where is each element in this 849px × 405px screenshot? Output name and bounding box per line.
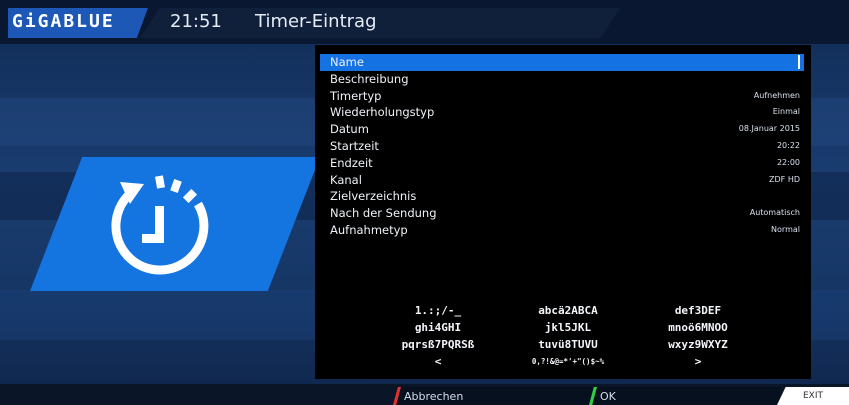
- timer-clock-icon: [111, 175, 209, 275]
- form-row-value: Automatisch: [749, 208, 800, 218]
- form-row[interactable]: Kanal ZDF HD: [320, 172, 804, 189]
- form-row[interactable]: Beschreibung: [320, 71, 804, 88]
- form-row[interactable]: Wiederholungstyp Einmal: [320, 104, 804, 121]
- text-cursor: [798, 55, 800, 69]
- exit-button[interactable]: EXIT: [803, 391, 823, 401]
- form-row[interactable]: Startzeit 20:22: [320, 138, 804, 155]
- keyboard-key[interactable]: >: [633, 355, 763, 368]
- form-row[interactable]: Nach der Sendung Automatisch: [320, 205, 804, 222]
- form-row-label: Timertyp: [330, 88, 382, 103]
- keyboard-key[interactable]: jkl5JKL: [503, 321, 633, 334]
- keyboard-key[interactable]: pqrsß7PQRSß: [373, 338, 503, 351]
- form-row-value: Normal: [771, 225, 800, 234]
- form-row-label: Startzeit: [330, 139, 379, 153]
- form-row[interactable]: Zielverzeichnis: [320, 188, 804, 205]
- ok-button[interactable]: OK: [600, 390, 616, 403]
- form-row-label: Kanal: [330, 172, 362, 187]
- form-row[interactable]: Timertyp Aufnehmen: [320, 88, 804, 105]
- cancel-button[interactable]: Abbrechen: [404, 390, 463, 403]
- form-row[interactable]: Datum 08.Januar 2015: [320, 121, 804, 138]
- form-row-value: 08.Januar 2015: [738, 124, 800, 134]
- keyboard-key[interactable]: ghi4GHI: [373, 321, 503, 334]
- form-row-label: Wiederholungstyp: [330, 105, 435, 120]
- form-row-label: Nach der Sendung: [330, 206, 437, 221]
- form-row-label: Name: [330, 55, 364, 69]
- page-title: Timer-Eintrag: [255, 11, 377, 32]
- keyboard-key[interactable]: abcä2ABCA: [503, 304, 633, 317]
- form-row-label: Aufnahmetyp: [330, 223, 408, 237]
- form-row-label: Datum: [330, 122, 369, 137]
- form-row-label: Beschreibung: [330, 71, 409, 86]
- form-row-value: ZDF HD: [769, 174, 800, 184]
- form-row-value: Aufnehmen: [753, 90, 800, 100]
- keyboard-key[interactable]: <: [373, 355, 503, 368]
- form-row-value: Einmal: [772, 107, 800, 117]
- keyboard-key[interactable]: def3DEF: [633, 304, 763, 317]
- form-row-label: Endzeit: [330, 155, 373, 170]
- keyboard-key[interactable]: wxyz9WXYZ: [633, 338, 763, 351]
- form-row-label: Zielverzeichnis: [330, 189, 417, 204]
- form-row-value: 22:00: [776, 157, 800, 167]
- form-row[interactable]: Name: [320, 54, 804, 71]
- keyboard-key[interactable]: mnoö6MNOO: [633, 321, 763, 334]
- form-row[interactable]: Aufnahmetyp Normal: [320, 222, 804, 239]
- form-row[interactable]: Endzeit 22:00: [320, 155, 804, 172]
- brand-logo: GiGABLUE: [12, 11, 115, 32]
- keyboard-key[interactable]: tuvü8TUVU: [503, 338, 633, 351]
- keyboard-key[interactable]: 0,?!&@=*'+"()$~%: [503, 357, 633, 366]
- keyboard-key[interactable]: 1.:;/-_: [373, 304, 503, 317]
- form-row-value: 20:22: [776, 141, 800, 150]
- clock: 21:51: [170, 11, 222, 32]
